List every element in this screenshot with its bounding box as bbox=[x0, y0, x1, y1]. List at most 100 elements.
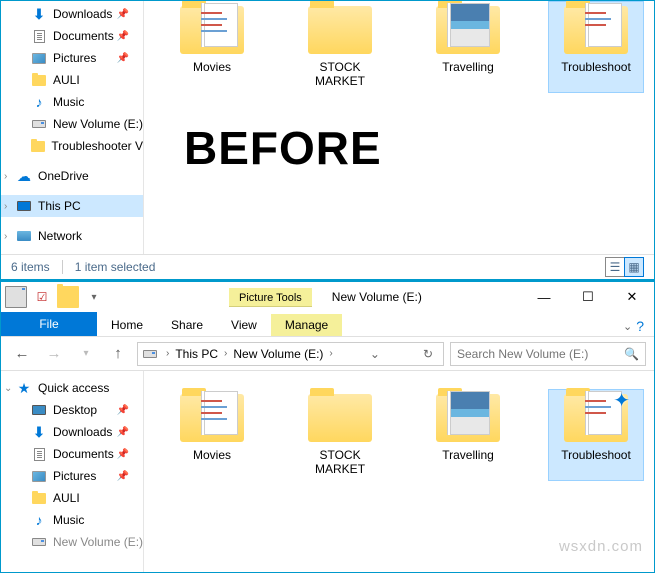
folder-travelling[interactable]: Travelling bbox=[420, 389, 516, 481]
drive-icon bbox=[31, 534, 47, 550]
tree-newvolume[interactable]: New Volume (E:) bbox=[1, 531, 143, 553]
collapse-icon[interactable]: ⌄ bbox=[4, 383, 12, 394]
title-bar: ☑ ▾ Picture Tools New Volume (E:) — ☐ ✕ bbox=[1, 282, 654, 312]
folder-movies[interactable]: Movies bbox=[164, 389, 260, 481]
navigation-tree: ⬇ Downloads 📌 Documents📌 Pictures 📌 AULI ♪ M… bbox=[1, 1, 144, 254]
tree-onedrive[interactable]: ›☁OneDrive bbox=[1, 165, 143, 187]
expand-icon[interactable]: › bbox=[4, 201, 7, 212]
crumb-thispc[interactable]: This PC bbox=[171, 345, 222, 363]
address-row: ← → ▾ ↑ › This PC › New Volume (E:) › ⌄ … bbox=[1, 337, 654, 371]
qat-customize-button[interactable]: ▾ bbox=[83, 286, 105, 308]
search-input[interactable] bbox=[457, 347, 624, 361]
folder-troubleshoot[interactable]: Troubleshoot bbox=[548, 1, 644, 93]
expand-icon[interactable]: › bbox=[4, 171, 7, 182]
picture-icon bbox=[31, 50, 47, 66]
folder-troubleshoot[interactable]: ✦Troubleshoot bbox=[548, 389, 644, 481]
tree-pictures[interactable]: Pictures 📌 bbox=[1, 47, 143, 69]
tree-music[interactable]: ♪Music bbox=[1, 509, 143, 531]
label: STOCK MARKET bbox=[295, 448, 385, 476]
tab-view[interactable]: View bbox=[217, 314, 271, 336]
tree-downloads[interactable]: ⬇Downloads📌 bbox=[1, 421, 143, 443]
folder-movies[interactable]: Movies bbox=[164, 1, 260, 93]
window-title: New Volume (E:) bbox=[332, 290, 422, 304]
history-button[interactable]: ▾ bbox=[73, 341, 99, 367]
label: New Volume (E:) bbox=[53, 535, 143, 549]
tree-documents[interactable]: Documents📌 bbox=[1, 443, 143, 465]
file-content[interactable]: Movies STOCK MARKET Travelling Troublesh… bbox=[144, 1, 654, 254]
tree-desktop[interactable]: Desktop📌 bbox=[1, 399, 143, 421]
crumb-newvolume[interactable]: New Volume (E:) bbox=[229, 345, 327, 363]
qat-newfolder-button[interactable] bbox=[57, 286, 79, 308]
contextual-tab-header: Picture Tools bbox=[229, 288, 312, 307]
address-bar[interactable]: › This PC › New Volume (E:) › ⌄ ↻ bbox=[137, 342, 444, 366]
address-dropdown-button[interactable]: ⌄ bbox=[364, 345, 386, 363]
tab-share[interactable]: Share bbox=[157, 314, 217, 336]
up-button[interactable]: ↑ bbox=[105, 341, 131, 367]
label: Pictures bbox=[53, 51, 96, 65]
tree-newvolume[interactable]: New Volume (E:) bbox=[1, 113, 143, 135]
tab-file[interactable]: File bbox=[1, 312, 97, 336]
watermark: wsxdn.com bbox=[559, 538, 643, 555]
forward-button[interactable]: → bbox=[41, 341, 67, 367]
explorer-window-after: ☑ ▾ Picture Tools New Volume (E:) — ☐ ✕ … bbox=[0, 280, 655, 573]
window-controls: — ☐ ✕ bbox=[522, 283, 654, 311]
chevron-icon[interactable]: › bbox=[224, 348, 227, 359]
back-button[interactable]: ← bbox=[9, 341, 35, 367]
folder-stockmarket[interactable]: STOCK MARKET bbox=[292, 389, 388, 481]
label: Documents bbox=[53, 447, 114, 461]
label: Troubleshoot bbox=[551, 60, 641, 74]
label: OneDrive bbox=[38, 169, 89, 183]
tree-thispc[interactable]: › This PC bbox=[1, 195, 143, 217]
label: Movies bbox=[167, 448, 257, 462]
pin-icon: 📌 bbox=[117, 9, 129, 20]
refresh-button[interactable]: ↻ bbox=[417, 345, 439, 363]
tree-auli[interactable]: AULI bbox=[1, 487, 143, 509]
expand-icon[interactable]: › bbox=[4, 231, 7, 242]
separator bbox=[62, 260, 63, 274]
folder-stockmarket[interactable]: STOCK MARKET bbox=[292, 1, 388, 93]
tree-troubleshooter[interactable]: Troubleshooter V bbox=[1, 135, 143, 157]
status-bar: 6 items 1 item selected ☰ ▦ bbox=[1, 254, 654, 279]
tree-auli[interactable]: AULI bbox=[1, 69, 143, 91]
status-selected: 1 item selected bbox=[75, 260, 156, 274]
label: This PC bbox=[38, 199, 81, 213]
tree-quickaccess[interactable]: ⌄★Quick access bbox=[1, 377, 143, 399]
label: Music bbox=[53, 95, 84, 109]
search-box[interactable]: 🔍 bbox=[450, 342, 646, 366]
details-view-button[interactable]: ☰ bbox=[605, 257, 625, 277]
navigation-tree: ⌄★Quick access Desktop📌 ⬇Downloads📌 Docu… bbox=[1, 371, 144, 572]
main-area: ⬇ Downloads 📌 Documents📌 Pictures 📌 AULI ♪ M… bbox=[1, 1, 654, 254]
chevron-icon[interactable]: › bbox=[166, 348, 169, 359]
qat-properties-button[interactable]: ☑ bbox=[31, 286, 53, 308]
tab-manage[interactable]: Manage bbox=[271, 314, 342, 336]
minimize-button[interactable]: — bbox=[522, 283, 566, 311]
close-button[interactable]: ✕ bbox=[610, 283, 654, 311]
pin-icon: 📌 bbox=[117, 471, 129, 482]
app-icon bbox=[5, 286, 27, 308]
document-icon bbox=[31, 28, 47, 44]
tab-home[interactable]: Home bbox=[97, 314, 157, 336]
folder-travelling[interactable]: Travelling bbox=[420, 1, 516, 93]
help-icon[interactable]: ? bbox=[636, 318, 644, 334]
label: Travelling bbox=[423, 60, 513, 74]
chevron-icon[interactable]: › bbox=[329, 348, 332, 359]
tree-documents[interactable]: Documents📌 bbox=[1, 25, 143, 47]
tree-music[interactable]: ♪ Music bbox=[1, 91, 143, 113]
tree-downloads[interactable]: ⬇ Downloads 📌 bbox=[1, 3, 143, 25]
icons-view-button[interactable]: ▦ bbox=[624, 257, 644, 277]
label: Network bbox=[38, 229, 82, 243]
drive-icon bbox=[31, 116, 47, 132]
tree-network[interactable]: › Network bbox=[1, 225, 143, 247]
pin-icon: 📌 bbox=[117, 53, 129, 64]
pin-icon: 📌 bbox=[117, 449, 129, 460]
download-icon: ⬇ bbox=[31, 6, 47, 22]
tree-pictures[interactable]: Pictures📌 bbox=[1, 465, 143, 487]
download-icon: ⬇ bbox=[31, 424, 47, 440]
music-icon: ♪ bbox=[31, 94, 47, 110]
label: Documents bbox=[53, 29, 114, 43]
folder-icon bbox=[31, 138, 45, 154]
maximize-button[interactable]: ☐ bbox=[566, 283, 610, 311]
label: Downloads bbox=[53, 7, 112, 21]
expand-ribbon-icon[interactable]: ⌄ bbox=[623, 320, 632, 333]
search-icon[interactable]: 🔍 bbox=[624, 347, 639, 361]
